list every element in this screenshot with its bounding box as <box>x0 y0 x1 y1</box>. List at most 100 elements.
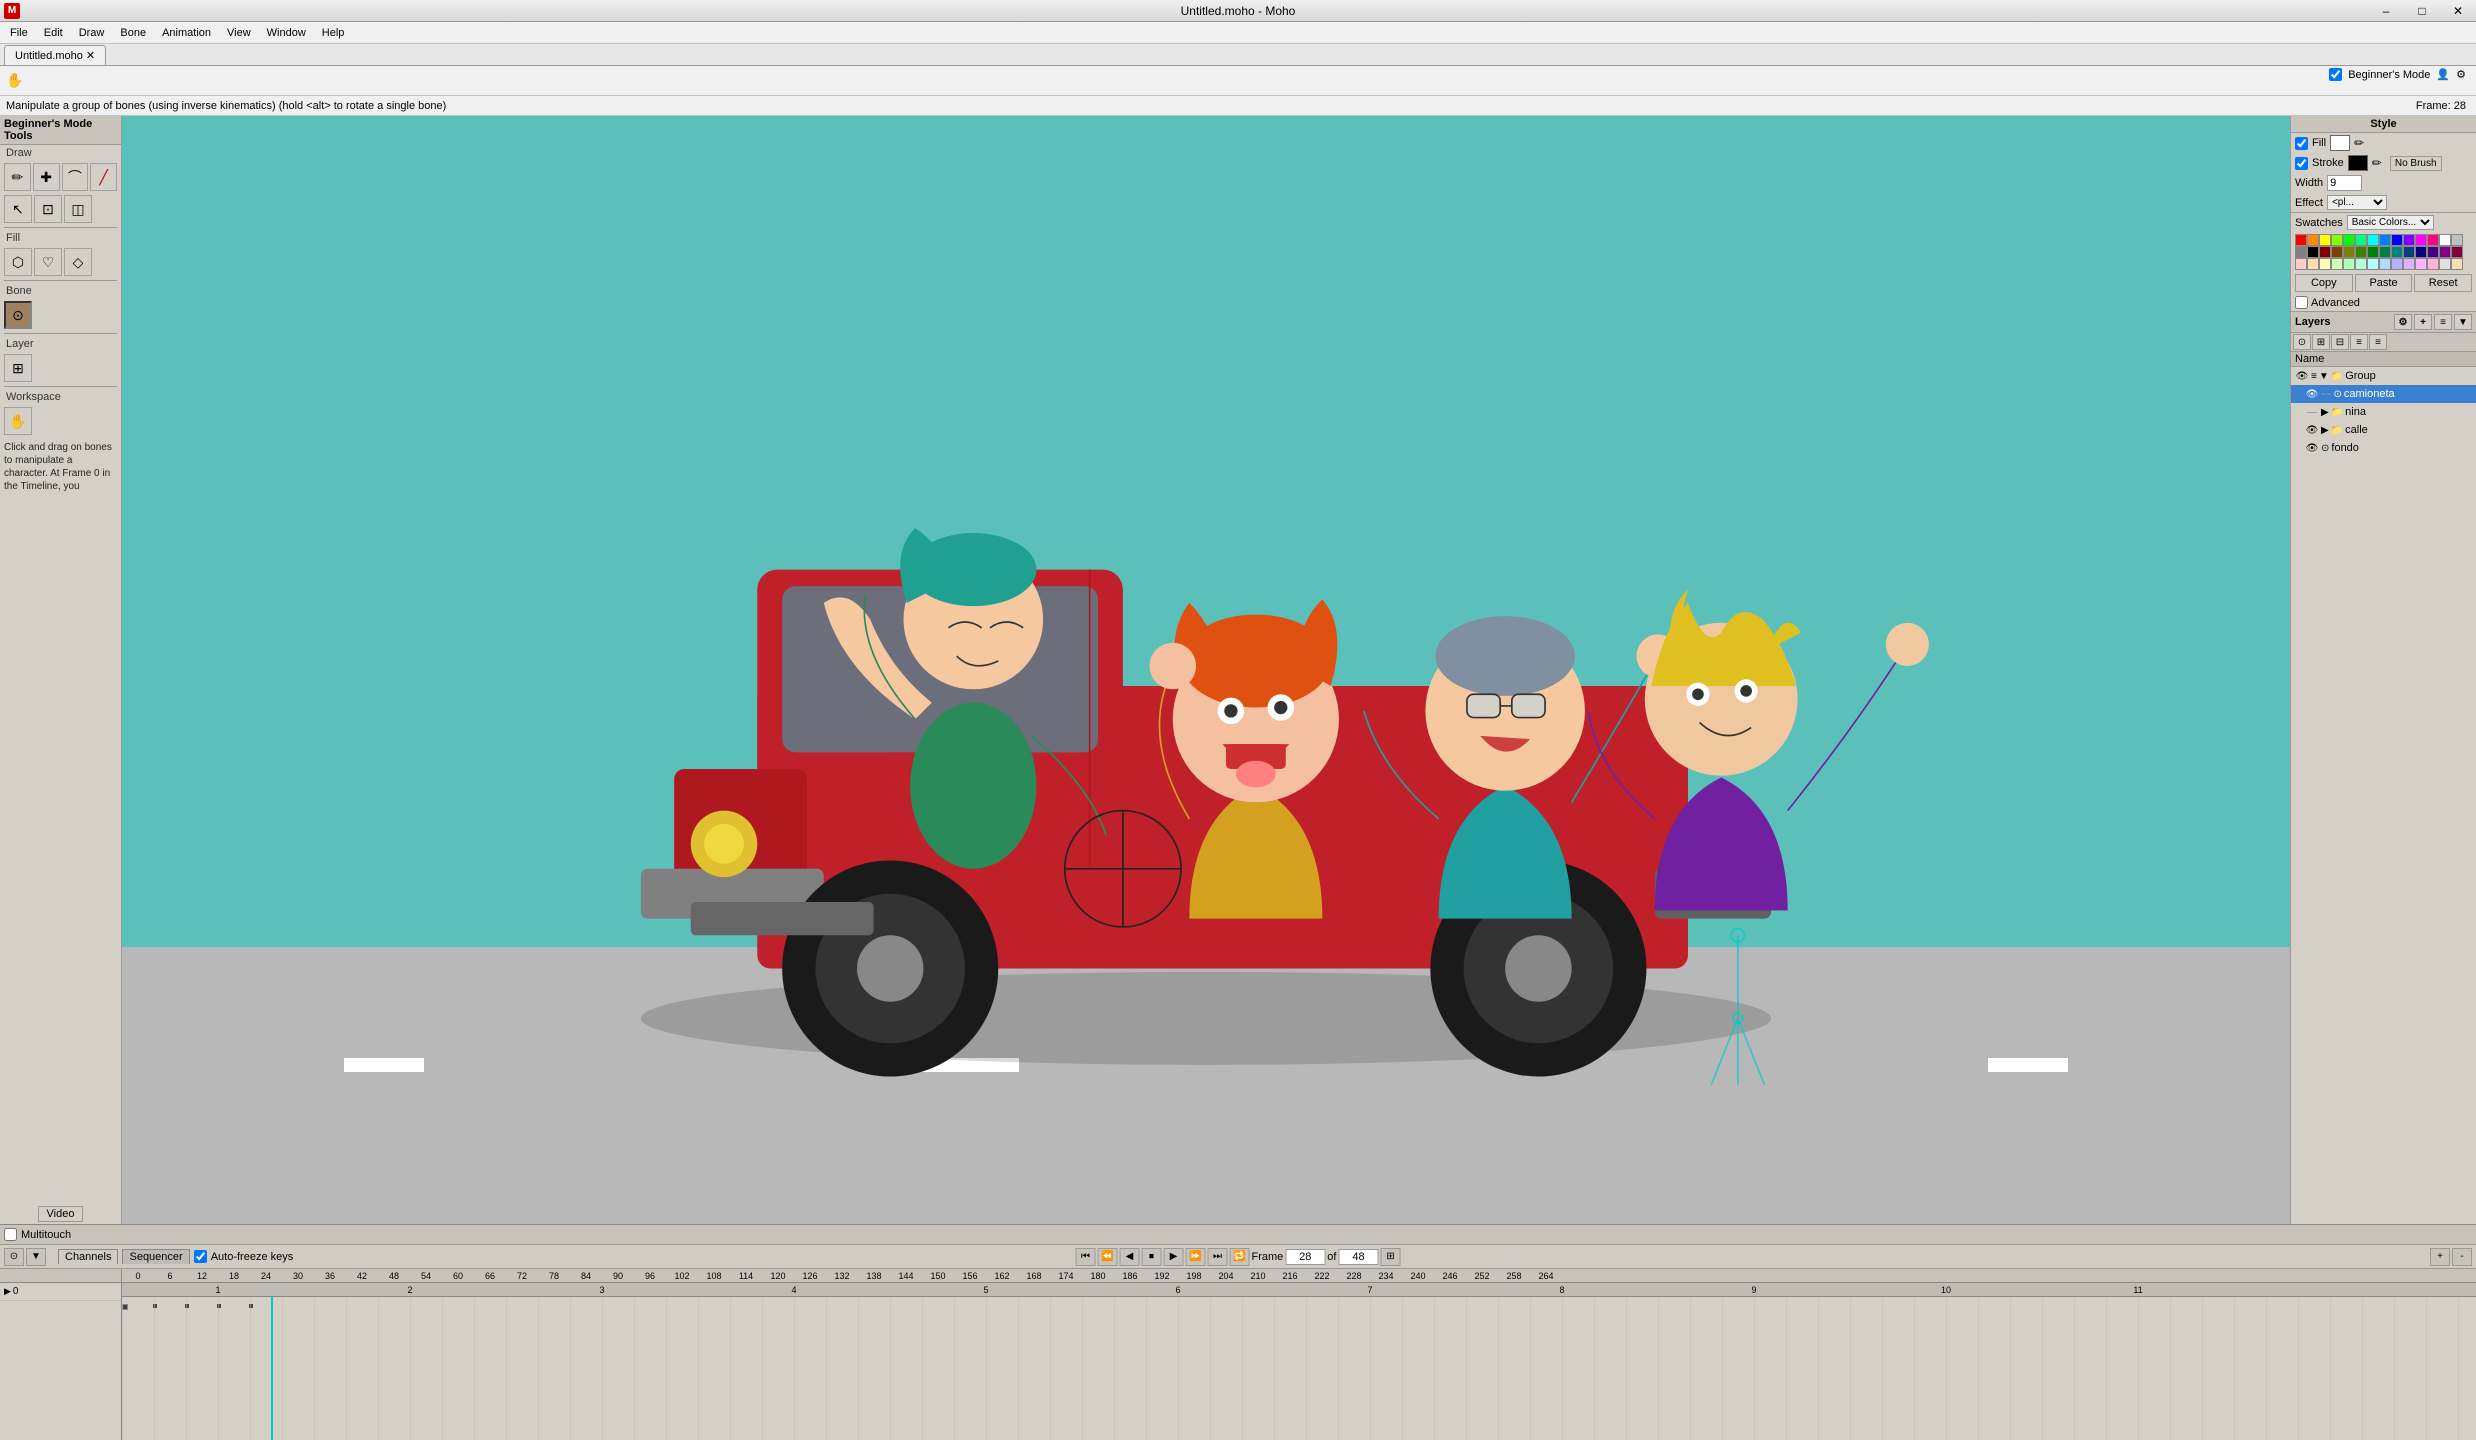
width-input[interactable] <box>2327 175 2362 191</box>
layers-expand-icon[interactable]: ≡ <box>2434 314 2452 330</box>
swatch-lavender[interactable] <box>2403 258 2415 270</box>
menu-view[interactable]: View <box>219 25 259 41</box>
select-tool[interactable]: ↖ <box>4 195 32 223</box>
stroke-checkbox[interactable] <box>2295 157 2308 170</box>
window-controls[interactable]: – □ ✕ <box>2368 0 2476 22</box>
menu-window[interactable]: Window <box>259 25 314 41</box>
layers-dropdown-icon[interactable]: ▼ <box>2454 314 2472 330</box>
timeline-tl-btn1[interactable]: ⊙ <box>4 1248 24 1266</box>
swatch-periwinkle[interactable] <box>2391 258 2403 270</box>
swatch-gray[interactable] <box>2295 246 2307 258</box>
swatch-maroon[interactable] <box>2451 246 2463 258</box>
magic-wand-tool[interactable]: ♡ <box>34 248 62 276</box>
swatch-dark-lime[interactable] <box>2355 246 2367 258</box>
layer-nina[interactable]: — ▶ 📁 nina <box>2291 403 2476 421</box>
swatch-light-pink2[interactable] <box>2427 258 2439 270</box>
menu-bone[interactable]: Bone <box>112 25 154 41</box>
menu-draw[interactable]: Draw <box>71 25 113 41</box>
autofreeze-checkbox[interactable] <box>194 1250 207 1263</box>
layers-tool-2[interactable]: ⊞ <box>2312 334 2330 350</box>
curve-tool[interactable]: ⌒ <box>62 163 89 191</box>
minimize-button[interactable]: – <box>2368 0 2404 22</box>
advanced-checkbox[interactable] <box>2295 296 2308 309</box>
swatch-black[interactable] <box>2307 246 2319 258</box>
copy-button[interactable]: Copy <box>2295 274 2353 292</box>
swatch-light-green[interactable] <box>2331 258 2343 270</box>
play-button[interactable]: ▶ <box>1164 1248 1184 1266</box>
swatch-light-yellow[interactable] <box>2319 258 2331 270</box>
swatches-preset-dropdown[interactable]: Basic Colors... <box>2347 215 2434 230</box>
swatch-light-magenta[interactable] <box>2415 258 2427 270</box>
swatch-brown[interactable] <box>2331 246 2343 258</box>
swatch-dark-purple[interactable] <box>2439 246 2451 258</box>
swatch-yellow[interactable] <box>2319 234 2331 246</box>
swatch-sky-blue[interactable] <box>2379 258 2391 270</box>
timeline-tl-btn2[interactable]: ▼ <box>26 1248 46 1266</box>
gradient-tool[interactable]: ◇ <box>64 248 92 276</box>
skip-to-end-button[interactable]: ⏭ <box>1208 1248 1228 1266</box>
channels-tab[interactable]: Channels <box>58 1249 118 1264</box>
sequencer-tab[interactable]: Sequencer <box>122 1249 189 1264</box>
eraser-tool[interactable]: ◫ <box>64 195 92 223</box>
layer-tool[interactable]: ⊞ <box>4 354 32 382</box>
swatch-pink[interactable] <box>2427 234 2439 246</box>
swatch-peach[interactable] <box>2307 258 2319 270</box>
layer-calle-arrow[interactable]: ▶ <box>2321 425 2329 436</box>
play-back-button[interactable]: ◀ <box>1120 1248 1140 1266</box>
swatch-silver[interactable] <box>2451 234 2463 246</box>
menu-animation[interactable]: Animation <box>154 25 219 41</box>
fill-edit-icon[interactable]: ✏ <box>2354 136 2364 150</box>
swatch-olive[interactable] <box>2343 246 2355 258</box>
timeline-zoom-out[interactable]: - <box>2452 1248 2472 1266</box>
layer-fondo[interactable]: 👁 ⊙ fondo <box>2291 439 2476 457</box>
layers-tool-5[interactable]: ≡ <box>2369 334 2387 350</box>
document-tab[interactable]: Untitled.moho ✕ <box>4 45 106 65</box>
swatch-red[interactable] <box>2295 234 2307 246</box>
current-frame-input[interactable] <box>1285 1249 1325 1265</box>
layer-nina-arrow[interactable]: ▶ <box>2321 407 2329 418</box>
layer-group[interactable]: 👁 ≡ ▼ 📁 Group <box>2291 367 2476 385</box>
swatch-blue-light[interactable] <box>2379 234 2391 246</box>
swatch-dark-green[interactable] <box>2367 246 2379 258</box>
stroke-edit-icon[interactable]: ✏ <box>2372 156 2382 170</box>
swatch-cyan[interactable] <box>2367 234 2379 246</box>
fill-color-swatch[interactable] <box>2330 135 2350 151</box>
stop-button[interactable]: ⏹ <box>1142 1248 1162 1266</box>
layer-camioneta[interactable]: 👁 ~~ ⊙ camioneta <box>2291 385 2476 403</box>
video-button[interactable]: Video <box>38 1206 84 1222</box>
transform-tool[interactable]: ⊡ <box>34 195 62 223</box>
layer-camioneta-eye[interactable]: 👁 <box>2305 387 2319 401</box>
loop-button[interactable]: 🔁 <box>1230 1248 1250 1266</box>
step-back-button[interactable]: ⏪ <box>1098 1248 1118 1266</box>
swatch-indigo[interactable] <box>2427 246 2439 258</box>
maximize-button[interactable]: □ <box>2404 0 2440 22</box>
keyframe-18[interactable] <box>217 1304 221 1308</box>
swatch-light-cyan[interactable] <box>2367 258 2379 270</box>
swatch-orange[interactable] <box>2307 234 2319 246</box>
reset-button[interactable]: Reset <box>2414 274 2472 292</box>
bone-tool[interactable]: ⊙ <box>4 301 32 329</box>
keyframe-12[interactable] <box>185 1304 189 1308</box>
hand-tool[interactable]: ✋ <box>4 70 26 92</box>
keyframe-0[interactable] <box>122 1304 128 1310</box>
paint-brush-tool[interactable]: ╱ <box>90 163 117 191</box>
layers-settings-icon[interactable]: ⚙ <box>2394 314 2412 330</box>
layers-add-icon[interactable]: + <box>2414 314 2432 330</box>
swatch-forest[interactable] <box>2379 246 2391 258</box>
beginner-mode-checkbox[interactable] <box>2329 68 2342 81</box>
swatch-teal-light[interactable] <box>2355 234 2367 246</box>
multitouch-checkbox[interactable] <box>4 1228 17 1241</box>
freehand-tool[interactable]: ✏ <box>4 163 31 191</box>
end-frame-button[interactable]: ⊞ <box>1380 1248 1400 1266</box>
paint-bucket-tool[interactable]: ⬡ <box>4 248 32 276</box>
swatch-teal[interactable] <box>2391 246 2403 258</box>
total-frames-input[interactable] <box>1338 1249 1378 1265</box>
step-forward-button[interactable]: ⏩ <box>1186 1248 1206 1266</box>
menu-edit[interactable]: Edit <box>36 25 71 41</box>
swatch-mint[interactable] <box>2355 258 2367 270</box>
layer-fondo-eye[interactable]: 👁 <box>2305 441 2319 455</box>
layer-calle-eye[interactable]: 👁 <box>2305 423 2319 437</box>
swatch-pale-green[interactable] <box>2343 258 2355 270</box>
layers-tool-4[interactable]: ≡ <box>2350 334 2368 350</box>
timeline-zoom-in[interactable]: + <box>2430 1248 2450 1266</box>
